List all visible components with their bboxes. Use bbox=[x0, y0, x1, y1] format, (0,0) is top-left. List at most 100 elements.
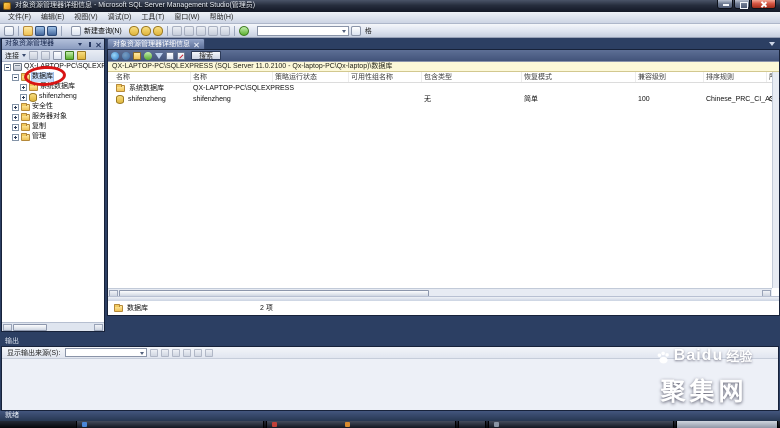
menu-debug[interactable]: 调试(D) bbox=[103, 12, 137, 23]
expand-icon[interactable] bbox=[20, 84, 27, 91]
redo-icon[interactable] bbox=[220, 26, 230, 36]
clear-all-icon[interactable] bbox=[194, 349, 202, 357]
grid-results-icon[interactable] bbox=[351, 26, 361, 36]
scroll-right-icon[interactable] bbox=[94, 324, 103, 331]
tree-item-management[interactable]: 管理 bbox=[2, 132, 104, 142]
details-footer: 数据库 2 项 bbox=[108, 301, 779, 315]
find-message-icon[interactable] bbox=[150, 349, 158, 357]
folder-icon bbox=[116, 85, 125, 92]
table-row[interactable]: 系统数据库 QX-LAPTOP-PC\SQLEXPRESS bbox=[108, 83, 779, 94]
column-header-name[interactable]: 名称 bbox=[114, 72, 191, 82]
expand-icon[interactable] bbox=[12, 134, 19, 141]
menu-file[interactable]: 文件(F) bbox=[3, 12, 36, 23]
mdx-query-icon[interactable] bbox=[153, 26, 163, 36]
minimize-button[interactable] bbox=[717, 0, 733, 9]
save-icon[interactable] bbox=[35, 26, 45, 36]
analysis-query-icon[interactable] bbox=[141, 26, 151, 36]
connect-button[interactable]: 连接 bbox=[5, 51, 19, 61]
close-button[interactable] bbox=[751, 0, 776, 9]
database-engine-query-icon[interactable] bbox=[129, 26, 139, 36]
expand-icon[interactable] bbox=[12, 114, 19, 121]
tree-item-label: 复制 bbox=[32, 122, 46, 132]
pin-icon[interactable] bbox=[86, 41, 93, 48]
report-icon[interactable] bbox=[166, 52, 174, 60]
search-button[interactable]: 搜索 bbox=[191, 51, 221, 60]
window-title: 对象资源管理器详细信息 - Microsoft SQL Server Manag… bbox=[15, 0, 255, 12]
maximize-button[interactable] bbox=[734, 0, 750, 9]
toggle-wordwrap-icon[interactable] bbox=[205, 349, 213, 357]
expand-icon[interactable] bbox=[12, 104, 19, 111]
close-panel-icon[interactable] bbox=[95, 41, 102, 48]
delete-icon[interactable] bbox=[177, 52, 185, 60]
tree-item-security[interactable]: 安全性 bbox=[2, 102, 104, 112]
database-icon bbox=[29, 93, 37, 102]
refresh-icon[interactable] bbox=[144, 52, 152, 60]
vertical-scrollbar[interactable] bbox=[772, 72, 779, 288]
collapse-icon[interactable] bbox=[12, 74, 19, 81]
taskbar-item[interactable] bbox=[76, 421, 264, 428]
taskbar-item[interactable] bbox=[488, 421, 674, 428]
menu-view[interactable]: 视图(V) bbox=[69, 12, 102, 23]
output-panel-title[interactable]: 输出 bbox=[5, 336, 19, 346]
scroll-thumb[interactable] bbox=[13, 324, 47, 331]
grid-label: 格 bbox=[365, 26, 372, 36]
menu-edit[interactable]: 编辑(E) bbox=[36, 12, 69, 23]
menu-window[interactable]: 窗口(W) bbox=[169, 12, 204, 23]
toolbar-separator bbox=[234, 26, 235, 36]
column-header-availability-group[interactable]: 可用性组名称 bbox=[349, 72, 422, 82]
save-all-icon[interactable] bbox=[47, 26, 57, 36]
table-row[interactable]: shifenzheng shifenzheng 无 简单 100 Chinese… bbox=[108, 94, 779, 105]
collapse-icon[interactable] bbox=[4, 64, 11, 71]
new-connection-icon[interactable] bbox=[4, 26, 14, 36]
breadcrumb-path[interactable]: QX-LAPTOP-PC\SQLEXPRESS (SQL Server 11.0… bbox=[108, 61, 779, 72]
tab-overflow-chevron-icon[interactable] bbox=[769, 42, 775, 46]
taskbar-item[interactable] bbox=[266, 421, 456, 428]
scripts-icon[interactable] bbox=[77, 51, 86, 60]
tab-object-explorer-details[interactable]: 对象资源管理器详细信息 bbox=[107, 38, 205, 49]
tree-item-replication[interactable]: 复制 bbox=[2, 122, 104, 132]
column-header-policy-state[interactable]: 策略运行状态 bbox=[273, 72, 349, 82]
tab-close-icon[interactable] bbox=[194, 42, 199, 47]
tree-item-shifenzheng[interactable]: shifenzheng bbox=[2, 92, 104, 102]
cell-compat: 100 bbox=[636, 94, 704, 105]
goto-prev-icon[interactable] bbox=[172, 349, 180, 357]
disconnect-icon[interactable] bbox=[29, 51, 38, 60]
expand-icon[interactable] bbox=[20, 94, 27, 101]
taskbar-item[interactable] bbox=[458, 421, 486, 428]
refresh-icon[interactable] bbox=[65, 51, 74, 60]
scroll-left-icon[interactable] bbox=[3, 324, 12, 331]
goto-message-icon[interactable] bbox=[161, 349, 169, 357]
cut-icon[interactable] bbox=[172, 26, 182, 36]
open-file-icon[interactable] bbox=[23, 26, 33, 36]
menu-tools[interactable]: 工具(T) bbox=[136, 12, 169, 23]
column-header-recovery-model[interactable]: 恢复模式 bbox=[522, 72, 636, 82]
expand-icon[interactable] bbox=[12, 124, 19, 131]
back-icon[interactable] bbox=[111, 52, 119, 60]
output-source-combobox[interactable] bbox=[65, 348, 147, 357]
activity-monitor-icon[interactable] bbox=[239, 26, 249, 36]
horizontal-scrollbar[interactable] bbox=[108, 288, 772, 296]
stop-icon[interactable] bbox=[41, 51, 50, 60]
filter-icon[interactable] bbox=[155, 53, 163, 59]
column-header-collation[interactable]: 排序规则 bbox=[704, 72, 767, 82]
forward-icon[interactable] bbox=[122, 52, 130, 60]
toolbar-combobox[interactable] bbox=[257, 26, 349, 36]
filter-icon[interactable] bbox=[53, 51, 62, 60]
new-query-button[interactable]: 新建查询(N) bbox=[66, 24, 127, 38]
column-header-compat-level[interactable]: 兼容级别 bbox=[636, 72, 704, 82]
column-header-name2[interactable]: 名称 bbox=[191, 72, 273, 82]
copy-icon[interactable] bbox=[184, 26, 194, 36]
window-position-icon[interactable] bbox=[77, 41, 84, 48]
horizontal-scrollbar[interactable] bbox=[2, 322, 104, 331]
paste-icon[interactable] bbox=[196, 26, 206, 36]
tree-item-server-objects[interactable]: 服务器对象 bbox=[2, 112, 104, 122]
column-header-containment[interactable]: 包含类型 bbox=[422, 72, 522, 82]
object-explorer-header[interactable]: 对象资源管理器 bbox=[2, 39, 104, 50]
taskbar-item[interactable] bbox=[676, 421, 778, 428]
cell-collation: Chinese_PRC_CI_AS bbox=[704, 94, 767, 105]
footer-group-label: 数据库 bbox=[127, 303, 148, 313]
undo-icon[interactable] bbox=[208, 26, 218, 36]
goto-next-icon[interactable] bbox=[183, 349, 191, 357]
menu-help[interactable]: 帮助(H) bbox=[205, 12, 239, 23]
up-one-level-icon[interactable] bbox=[133, 52, 141, 60]
